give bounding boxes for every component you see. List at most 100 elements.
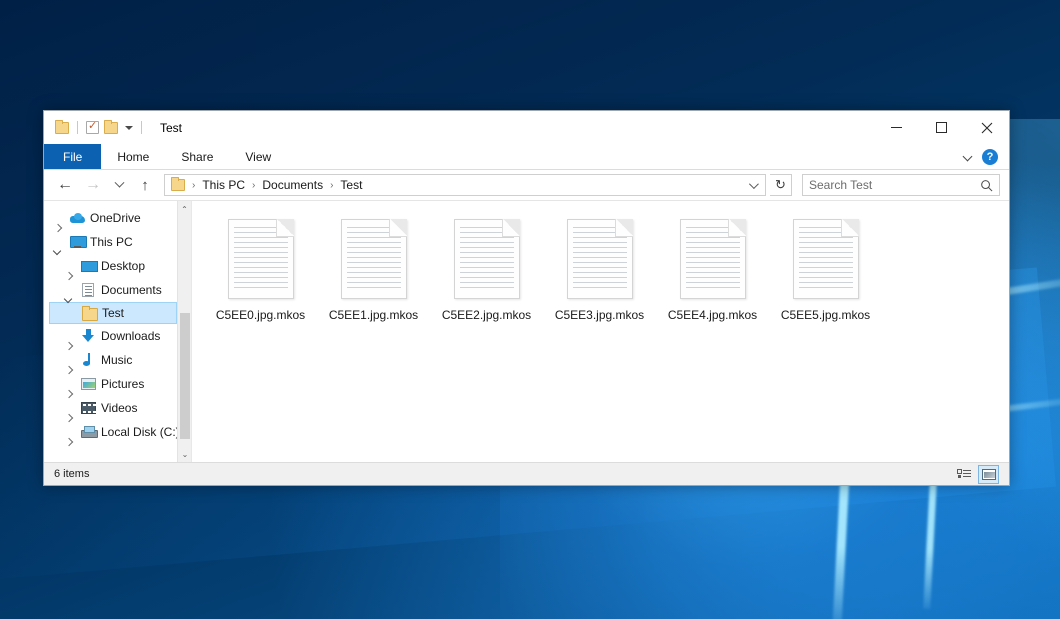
desktop-icon <box>78 260 98 272</box>
sidebar-item-label: Music <box>98 353 132 367</box>
sidebar-item-downloads[interactable]: Downloads <box>44 324 191 348</box>
tab-view[interactable]: View <box>229 144 287 169</box>
sidebar-scrollbar[interactable]: ⌃ ⌄ <box>177 201 191 462</box>
up-arrow-icon: ↑ <box>141 177 149 194</box>
downloads-icon <box>78 329 98 343</box>
breadcrumb-separator-1: › <box>251 180 256 191</box>
address-bar: ← → ↑ › This PC › Documents › Test ↻ <box>44 170 1009 200</box>
scrollbar-track[interactable] <box>178 217 192 446</box>
file-name-label: C5EE2.jpg.mkos <box>442 308 531 322</box>
search-box[interactable] <box>802 174 1000 196</box>
file-name-label: C5EE1.jpg.mkos <box>329 308 418 322</box>
file-name-label: C5EE3.jpg.mkos <box>555 308 644 322</box>
breadcrumb-item-documents[interactable]: Documents <box>259 178 326 192</box>
large-icons-view-button[interactable] <box>978 465 999 484</box>
file-name-label: C5EE4.jpg.mkos <box>668 308 757 322</box>
sidebar-item-local-disk[interactable]: Local Disk (C:) <box>44 420 191 444</box>
refresh-button[interactable]: ↻ <box>770 174 792 196</box>
navigation-pane: OneDrive This PC Desktop Documents Test <box>44 201 192 462</box>
scroll-down-icon[interactable]: ⌄ <box>178 446 192 462</box>
documents-icon <box>78 283 98 297</box>
details-view-button[interactable] <box>953 465 974 484</box>
sidebar-item-label: Videos <box>98 401 137 415</box>
generic-document-icon <box>567 219 633 299</box>
sidebar-item-this-pc[interactable]: This PC <box>44 230 191 254</box>
refresh-icon: ↻ <box>775 177 786 193</box>
close-button[interactable] <box>964 111 1009 144</box>
sidebar-item-label: Local Disk (C:) <box>98 425 180 439</box>
folder-icon[interactable] <box>55 122 69 134</box>
minimize-button[interactable] <box>874 111 919 144</box>
pictures-icon <box>78 378 98 390</box>
sidebar-item-label: This PC <box>87 235 133 249</box>
scroll-up-icon[interactable]: ⌃ <box>178 201 191 217</box>
maximize-button[interactable] <box>919 111 964 144</box>
sidebar-item-label: Documents <box>98 283 162 297</box>
generic-document-icon <box>341 219 407 299</box>
file-item[interactable]: C5EE5.jpg.mkos <box>769 213 882 333</box>
sidebar-item-documents[interactable]: Documents <box>44 278 191 302</box>
scrollbar-thumb[interactable] <box>180 313 190 439</box>
back-arrow-icon: ← <box>57 177 73 193</box>
ribbon-right-controls: ? <box>964 144 1009 169</box>
videos-icon <box>78 402 98 414</box>
sidebar-item-music[interactable]: Music <box>44 348 191 372</box>
generic-document-icon <box>454 219 520 299</box>
file-list-pane[interactable]: C5EE0.jpg.mkos C5EE1.jpg.mkos C5EE2.jpg.… <box>192 201 1009 462</box>
status-bar: 6 items <box>44 462 1009 485</box>
generic-document-icon <box>793 219 859 299</box>
details-view-icon <box>957 469 971 480</box>
ribbon-tab-bar: File Home Share View ? <box>44 144 1009 170</box>
file-grid: C5EE0.jpg.mkos C5EE1.jpg.mkos C5EE2.jpg.… <box>204 213 1009 333</box>
item-count-label: 6 items <box>54 468 89 480</box>
sidebar-item-pictures[interactable]: Pictures <box>44 372 191 396</box>
breadcrumb[interactable]: › This PC › Documents › Test <box>164 174 766 196</box>
help-icon[interactable]: ? <box>982 149 998 165</box>
breadcrumb-separator-0: › <box>191 180 196 191</box>
sidebar-item-test[interactable]: Test <box>49 302 177 324</box>
sidebar-item-desktop[interactable]: Desktop <box>44 254 191 278</box>
back-button[interactable]: ← <box>53 174 77 196</box>
sidebar-item-onedrive[interactable]: OneDrive <box>44 206 191 230</box>
file-item[interactable]: C5EE4.jpg.mkos <box>656 213 769 333</box>
customize-caret-icon[interactable] <box>125 126 133 130</box>
breadcrumb-item-this-pc[interactable]: This PC <box>199 178 248 192</box>
window-controls <box>874 111 1009 144</box>
new-folder-icon[interactable] <box>104 122 118 134</box>
music-icon <box>78 353 98 367</box>
sidebar-item-label: Desktop <box>98 259 145 273</box>
view-buttons <box>953 465 999 484</box>
properties-icon[interactable] <box>86 121 99 134</box>
sidebar-item-label: OneDrive <box>87 211 141 225</box>
file-item[interactable]: C5EE1.jpg.mkos <box>317 213 430 333</box>
toolbar-divider <box>77 121 78 134</box>
sidebar-item-videos[interactable]: Videos <box>44 396 191 420</box>
chevron-down-icon[interactable] <box>964 152 973 161</box>
close-icon <box>981 122 993 134</box>
search-input[interactable] <box>809 178 980 192</box>
window-body: OneDrive This PC Desktop Documents Test <box>44 200 1009 462</box>
breadcrumb-dropdown-icon[interactable] <box>743 182 761 189</box>
file-item[interactable]: C5EE2.jpg.mkos <box>430 213 543 333</box>
file-explorer-window: Test File Home Share View ? ← → <box>43 110 1010 486</box>
file-name-label: C5EE0.jpg.mkos <box>216 308 305 322</box>
tab-home[interactable]: Home <box>101 144 165 169</box>
sidebar-item-label: Test <box>99 306 124 320</box>
this-pc-icon <box>67 236 87 248</box>
tab-file[interactable]: File <box>44 144 101 169</box>
title-bar: Test <box>44 111 1009 144</box>
search-icon <box>980 179 993 192</box>
recent-locations-button[interactable] <box>109 174 129 196</box>
up-button[interactable]: ↑ <box>133 174 157 196</box>
generic-document-icon <box>680 219 746 299</box>
sidebar-item-label: Pictures <box>98 377 144 391</box>
tab-share[interactable]: Share <box>165 144 229 169</box>
breadcrumb-folder-icon[interactable] <box>171 179 185 191</box>
file-item[interactable]: C5EE0.jpg.mkos <box>204 213 317 333</box>
forward-button[interactable]: → <box>81 174 105 196</box>
quick-access-toolbar: Test <box>44 111 182 144</box>
local-disk-icon <box>78 426 98 438</box>
forward-arrow-icon: → <box>85 177 101 193</box>
file-item[interactable]: C5EE3.jpg.mkos <box>543 213 656 333</box>
breadcrumb-item-test[interactable]: Test <box>337 178 365 192</box>
